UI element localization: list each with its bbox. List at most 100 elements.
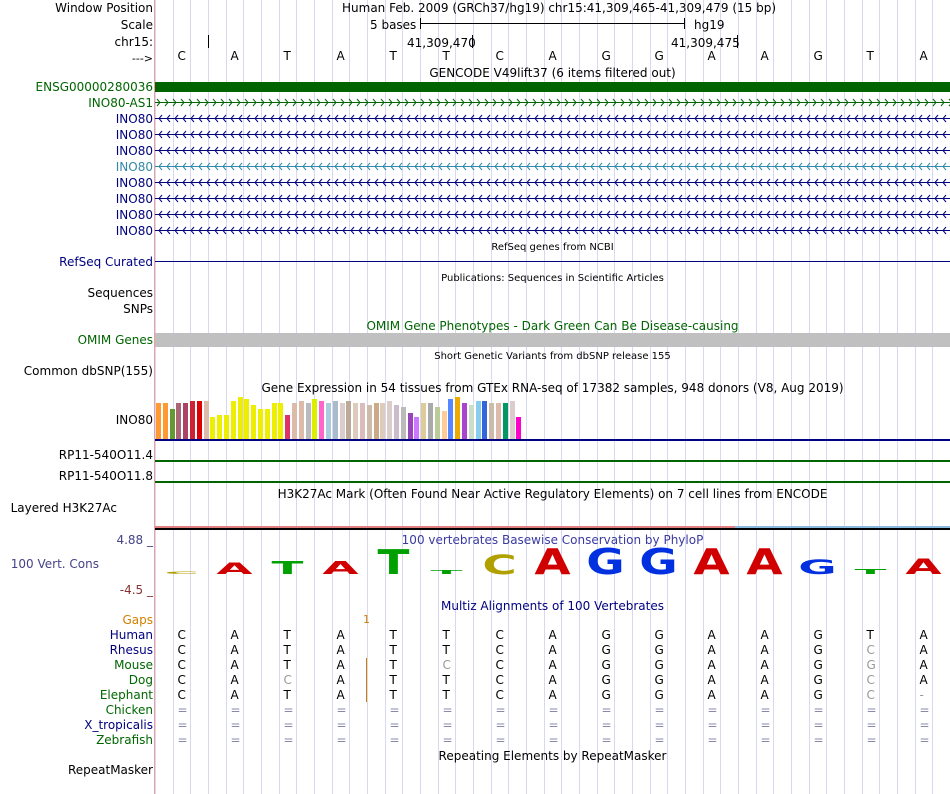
gene-bar-ino80[interactable] [155, 225, 950, 236]
gene-label-ino80[interactable]: INO80 [116, 112, 153, 126]
gene-label-ensg[interactable]: ENSG00000280036 [36, 80, 153, 94]
gene-label-ino80[interactable]: INO80 [116, 144, 153, 158]
gtex-tissue-bar[interactable] [169, 409, 175, 439]
gtex-tissue-bar[interactable] [387, 401, 393, 439]
snps-track-label[interactable]: SNPs [123, 302, 153, 316]
gtex-tissue-bar[interactable] [489, 403, 495, 439]
sequences-track-label[interactable]: Sequences [88, 286, 153, 300]
gtex-tissue-bar[interactable] [271, 403, 277, 439]
dbsnp-track-label[interactable]: Common dbSNP(155) [24, 364, 153, 378]
gtex-tissue-bar[interactable] [305, 403, 311, 439]
gene-label-rp11-540o11-4[interactable]: RP11-540O11.4 [59, 448, 153, 462]
gene-bar-ensg[interactable] [155, 82, 950, 92]
gtex-tissue-bar[interactable] [414, 417, 420, 439]
gene-line-rp11-540o11-8[interactable] [155, 481, 950, 483]
gtex-tissue-bar[interactable] [332, 401, 338, 439]
gene-line-rp11-540o11-4[interactable] [155, 460, 950, 462]
repeatmasker-track-label[interactable]: RepeatMasker [68, 763, 153, 777]
gtex-tissue-bar[interactable] [339, 403, 345, 439]
gtex-tissue-bar[interactable] [434, 407, 440, 439]
gtex-tissue-bar[interactable] [394, 405, 399, 439]
gtex-tissue-bar[interactable] [475, 401, 481, 439]
phylop-track-label[interactable]: 100 Vert. Cons [11, 557, 99, 571]
gtex-tissue-bar[interactable] [353, 403, 359, 439]
gtex-tissue-bar[interactable] [190, 401, 195, 439]
gtex-tissue-bar[interactable] [264, 409, 270, 439]
gene-bar-ino80[interactable] [155, 193, 950, 204]
gtex-tissue-bar[interactable] [224, 415, 229, 439]
alignment-base: A [336, 658, 345, 672]
gtex-gene-label[interactable]: INO80 [116, 413, 153, 427]
gtex-tissue-bar[interactable] [482, 401, 488, 439]
gene-label-ino80-as1[interactable]: INO80-AS1 [88, 96, 153, 110]
gene-bar-ino80-as1[interactable] [155, 97, 950, 108]
gtex-tissue-bar[interactable] [360, 403, 365, 439]
gtex-tissue-bar[interactable] [292, 403, 297, 439]
gtex-tissue-bar[interactable] [210, 417, 216, 439]
phylop-letter: A [746, 544, 783, 583]
gtex-tissue-bar[interactable] [428, 403, 433, 439]
gene-bar-ino80[interactable] [155, 129, 950, 140]
omim-track-label[interactable]: OMIM Genes [78, 333, 153, 347]
alignment-base: A [760, 688, 769, 702]
gtex-tissue-bar[interactable] [421, 403, 427, 439]
gtex-tissue-bar[interactable] [496, 403, 501, 439]
gtex-tissue-bar[interactable] [258, 409, 263, 439]
gtex-tissue-bar[interactable] [373, 403, 379, 439]
gtex-tissue-bar[interactable] [217, 415, 223, 439]
gene-bar-ino80[interactable] [155, 145, 950, 156]
h3k27ac-track-label[interactable]: Layered H3K27Ac [11, 501, 117, 515]
gene-bar-ino80[interactable] [155, 161, 950, 172]
gtex-tissue-bar[interactable] [326, 403, 331, 439]
gtex-tissue-bar[interactable] [319, 401, 325, 439]
gtex-tissue-bar[interactable] [312, 399, 318, 439]
gtex-tissue-bar[interactable] [455, 397, 461, 439]
alignment-base: A [336, 643, 345, 657]
gene-label-ino80[interactable]: INO80 [116, 224, 153, 238]
alignment-base: A [336, 628, 345, 642]
gtex-tissue-bar[interactable] [407, 413, 413, 439]
track-image-area[interactable]: Human Feb. 2009 (GRCh37/hg19) chr15:41,3… [155, 0, 950, 794]
gtex-tissue-bar[interactable] [298, 401, 304, 439]
gtex-tissue-bar[interactable] [176, 403, 182, 439]
gtex-tissue-bar[interactable] [203, 401, 209, 439]
gtex-tissue-bar[interactable] [509, 401, 515, 439]
gene-label-ino80[interactable]: INO80 [116, 208, 153, 222]
gtex-tissue-bar[interactable] [162, 403, 168, 439]
gtex-tissue-bar[interactable] [441, 411, 447, 439]
gtex-tissue-bar[interactable] [244, 399, 250, 439]
gtex-gene-line[interactable] [155, 439, 950, 441]
gtex-tissue-bar[interactable] [462, 403, 467, 439]
gtex-tissue-bar[interactable] [183, 403, 189, 439]
gtex-tissue-bar[interactable] [366, 405, 372, 439]
gtex-tissue-bar[interactable] [278, 403, 284, 439]
phylop-letter: A [322, 558, 359, 579]
gtex-tissue-bar[interactable] [230, 401, 236, 439]
gene-bar-ino80[interactable] [155, 177, 950, 188]
gene-label-ino80[interactable]: INO80 [116, 192, 153, 206]
gtex-tissue-bar[interactable] [251, 405, 257, 439]
omim-gene-bar[interactable] [155, 333, 950, 347]
gtex-tissue-bar[interactable] [516, 417, 522, 439]
alignment-base: = [760, 703, 771, 717]
phylop-max-label: 4.88 _ [116, 533, 153, 547]
gene-label-ino80[interactable]: INO80 [116, 128, 153, 142]
gtex-tissue-bar[interactable] [285, 415, 291, 439]
refseq-intron-line[interactable] [155, 261, 950, 262]
gene-label-ino80[interactable]: INO80 [116, 176, 153, 190]
gtex-tissue-bar[interactable] [502, 403, 508, 439]
gtex-tissue-bar[interactable] [448, 399, 454, 439]
gtex-tissue-bar[interactable] [196, 401, 202, 439]
gtex-tissue-bar[interactable] [237, 397, 243, 439]
gtex-tissue-bar[interactable] [156, 403, 161, 439]
gene-label-ino80[interactable]: INO80 [116, 160, 153, 174]
alignment-base: = [283, 733, 294, 747]
gtex-tissue-bar[interactable] [380, 403, 386, 439]
gene-bar-ino80[interactable] [155, 113, 950, 124]
gtex-tissue-bar[interactable] [400, 407, 406, 439]
gene-bar-ino80[interactable] [155, 209, 950, 220]
refseq-track-label[interactable]: RefSeq Curated [59, 255, 153, 269]
gene-label-rp11-540o11-8[interactable]: RP11-540O11.8 [59, 469, 153, 483]
gtex-tissue-bar[interactable] [468, 405, 474, 439]
gtex-tissue-bar[interactable] [346, 401, 352, 439]
